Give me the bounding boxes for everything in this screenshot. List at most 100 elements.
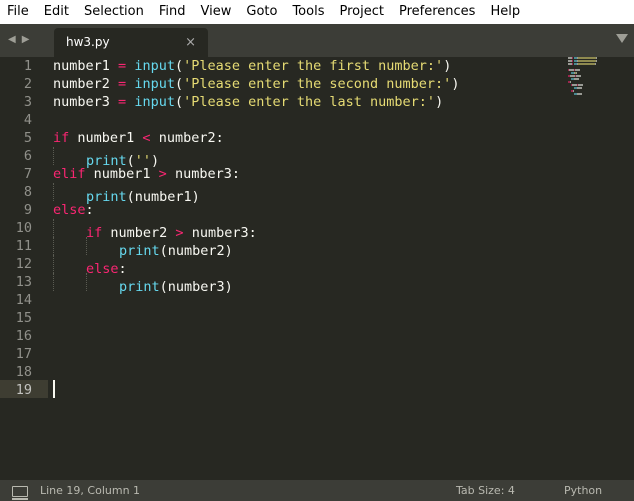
forward-arrow-icon[interactable]: ▶ <box>22 32 30 48</box>
line-number: 13 <box>15 274 32 290</box>
back-arrow-icon[interactable]: ◀ <box>8 32 16 48</box>
menu-file[interactable]: File <box>0 0 37 24</box>
line-number: 16 <box>15 328 32 344</box>
line-number: 18 <box>15 364 32 380</box>
indent-guide <box>86 273 119 291</box>
code-editor[interactable]: 1 2 3 4 5 6 7 8 9 10 11 12 13 14 15 16 17 18 19 number1 = … <box>0 57 634 480</box>
indent-guide <box>53 183 86 201</box>
line-number: 4 <box>23 112 32 128</box>
line-number: 6 <box>23 148 32 164</box>
line-number: 17 <box>15 346 32 362</box>
line-number: 3 <box>23 94 32 110</box>
text-cursor <box>53 380 55 398</box>
code-line: else: <box>53 255 127 277</box>
menu-view[interactable]: View <box>194 0 240 24</box>
code-line: number2 = input('Please enter the second… <box>53 75 459 93</box>
menu-preferences[interactable]: Preferences <box>392 0 483 24</box>
code-text: (number1) <box>126 189 200 205</box>
status-bar: Line 19, Column 1 Tab Size: 4 Python <box>0 480 634 501</box>
line-number: 10 <box>15 220 32 236</box>
indent-guide <box>53 237 86 255</box>
indent-guide <box>53 219 86 237</box>
menu-selection[interactable]: Selection <box>77 0 152 24</box>
menu-project[interactable]: Project <box>332 0 391 24</box>
operator: = <box>118 94 127 110</box>
code-text: (number3) <box>159 279 233 295</box>
syntax-selector[interactable]: Python <box>564 480 602 501</box>
keyword: if <box>53 130 70 146</box>
menu-edit[interactable]: Edit <box>37 0 77 24</box>
minimap-stroke <box>572 60 573 62</box>
line-number: 12 <box>15 256 32 272</box>
code-text: (number2) <box>159 243 233 259</box>
minimap-stroke <box>573 90 574 92</box>
minimap-stroke <box>578 84 583 86</box>
tab-bar: ◀ ▶ hw3.py × <box>0 24 634 57</box>
code-line: number3 = input('Please enter the last n… <box>53 93 443 111</box>
tab-label: hw3.py <box>66 35 110 49</box>
indent-guide <box>86 237 119 255</box>
menu-goto[interactable]: Goto <box>239 0 285 24</box>
close-icon[interactable]: × <box>185 28 196 57</box>
menu-bar: File Edit Selection Find View Goto Tools Projec… <box>0 0 634 24</box>
minimap-stroke <box>596 57 597 59</box>
code-text: number2 <box>53 76 119 92</box>
line-number-gutter: 1 2 3 4 5 6 7 8 9 10 11 12 13 14 15 16 17 18 19 <box>0 57 40 480</box>
keyword: elif <box>53 166 86 182</box>
indent-guide <box>53 147 86 165</box>
minimap-stroke <box>572 57 573 59</box>
minimap-stroke <box>596 60 597 62</box>
menu-help[interactable]: Help <box>483 0 528 24</box>
line-number: 8 <box>23 184 32 200</box>
keyword: else <box>53 202 86 218</box>
code-line: print(number2) <box>53 237 233 259</box>
minimap-stroke <box>576 75 581 77</box>
tab-overflow-icon[interactable] <box>616 34 628 43</box>
code-line: if number2 > number3: <box>53 219 257 241</box>
code-line: number1 = input('Please enter the first … <box>53 57 451 75</box>
menu-find[interactable]: Find <box>152 0 194 24</box>
tab-size-selector[interactable]: Tab Size: 4 <box>456 480 515 501</box>
line-number: 5 <box>23 130 32 146</box>
code-text: number3 <box>53 94 119 110</box>
function-name: input <box>134 58 175 74</box>
minimap[interactable] <box>568 57 618 117</box>
code-area[interactable]: number1 = input('Please enter the first … <box>53 57 563 480</box>
string-literal: 'Please enter the second number:' <box>183 76 452 92</box>
code-line: else: <box>53 201 94 219</box>
line-number: 11 <box>15 238 32 254</box>
operator: = <box>118 58 127 74</box>
minimap-stroke <box>578 57 596 59</box>
code-line: print(number1) <box>53 183 200 205</box>
code-text: number1 <box>69 130 143 146</box>
code-text: ) <box>451 76 460 92</box>
minimap-stroke <box>578 63 595 65</box>
minimap-stroke <box>572 63 573 65</box>
code-text: ) <box>443 58 452 74</box>
line-number: 1 <box>23 58 32 74</box>
panel-toggle-icon[interactable] <box>12 486 28 500</box>
indent-guide <box>53 273 86 291</box>
tab-hw3[interactable]: hw3.py × <box>54 28 208 57</box>
indent-guide <box>53 255 86 273</box>
code-text: number3: <box>166 166 240 182</box>
line-number: 7 <box>23 166 32 182</box>
code-line: print('') <box>53 147 159 169</box>
function-name: input <box>134 76 175 92</box>
operator: < <box>142 130 151 146</box>
code-text: ( <box>174 94 184 110</box>
code-text: : <box>85 202 94 218</box>
code-text: ( <box>174 76 184 92</box>
line-number: 14 <box>15 292 32 308</box>
minimap-stroke <box>574 78 579 80</box>
menu-tools[interactable]: Tools <box>285 0 332 24</box>
line-number: 9 <box>23 202 32 218</box>
string-literal: 'Please enter the first number:' <box>183 58 444 74</box>
line-number: 15 <box>15 310 32 326</box>
function-name: print <box>119 279 160 295</box>
code-text: number1 <box>53 58 119 74</box>
minimap-stroke <box>577 87 582 89</box>
tab-navigation: ◀ ▶ <box>8 32 38 48</box>
operator: = <box>118 76 127 92</box>
minimap-stroke <box>570 81 571 83</box>
